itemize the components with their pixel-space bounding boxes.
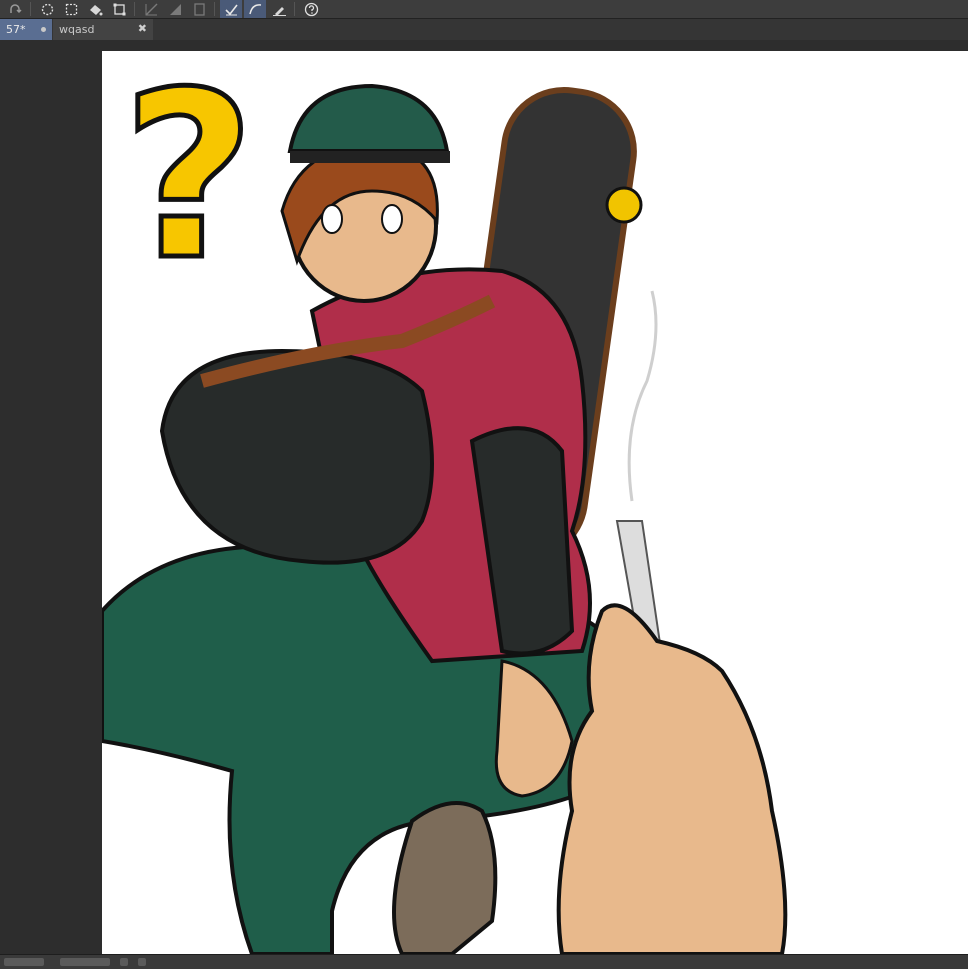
rectangle-icon[interactable] [188, 0, 210, 18]
lasso-select-icon[interactable] [36, 0, 58, 18]
canvas-workspace: ? [0, 40, 968, 954]
close-icon[interactable]: ✖ [138, 22, 147, 35]
skateboard-wheel [605, 186, 643, 224]
transform-icon[interactable] [108, 0, 130, 18]
eye-right [381, 204, 403, 234]
shoe [392, 801, 498, 954]
tab-document-57[interactable]: 57* [0, 19, 52, 40]
angle-control[interactable] [60, 958, 110, 966]
cap [287, 83, 450, 153]
unsaved-dot-icon [41, 27, 46, 32]
curve-icon[interactable] [244, 0, 266, 18]
flip-icon[interactable] [138, 958, 146, 966]
artwork: ? [102, 51, 788, 954]
eye-left [321, 204, 343, 234]
question-mark-symbol: ? [122, 51, 255, 311]
zoom-control[interactable] [4, 958, 44, 966]
marquee-select-icon[interactable] [60, 0, 82, 18]
document-tab-bar: 57* wqasd ✖ [0, 19, 968, 40]
tab-label: 57* [6, 23, 26, 36]
tab-document-wqasd[interactable]: wqasd ✖ [53, 19, 153, 40]
rotate-icon[interactable] [120, 958, 128, 966]
toolbar [0, 0, 968, 19]
cap-band [290, 151, 450, 163]
tab-label: wqasd [59, 23, 95, 36]
foreground-hand [556, 603, 788, 954]
status-bar [0, 954, 968, 969]
redo-icon[interactable] [4, 0, 26, 18]
paint-bucket-icon[interactable] [84, 0, 106, 18]
edit-pen-icon[interactable] [268, 0, 290, 18]
diagonal-line-icon[interactable] [140, 0, 162, 18]
fill-triangle-icon[interactable] [164, 0, 186, 18]
help-icon[interactable] [300, 0, 322, 18]
smoke [627, 290, 658, 502]
drawing-canvas[interactable]: ? [102, 51, 968, 954]
check-edit-icon[interactable] [220, 0, 242, 18]
